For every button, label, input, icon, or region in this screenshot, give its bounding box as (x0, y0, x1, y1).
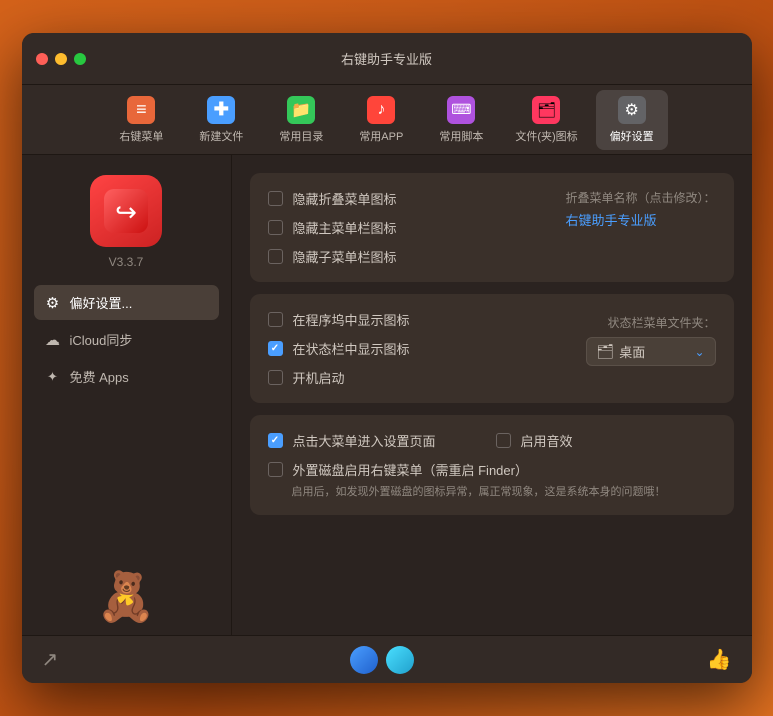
toolbar-item-file-icon[interactable]: 🗂 文件(夹)图标 (505, 90, 587, 150)
sidebar-nav: ⚙ 偏好设置... ☁ iCloud同步 ✦ 免费 Apps (34, 285, 219, 394)
traffic-lights (36, 53, 86, 65)
right-menu-icon: ≡ (127, 96, 155, 124)
fold-menu-name-section: 折叠菜单名称（点击修改）： 右键助手专业版 (565, 189, 715, 229)
sidebar: ↪ V3.3.7 ⚙ 偏好设置... ☁ iCloud同步 ✦ 免费 Apps (22, 155, 232, 635)
svg-text:↪: ↪ (115, 197, 137, 227)
toolbar-item-new-file[interactable]: ✚ 新建文件 (185, 90, 257, 150)
app-icon: ↪ (90, 175, 162, 247)
export-icon[interactable]: ↗ (42, 647, 59, 672)
show-in-dock-label: 在程序坞中显示图标 (293, 310, 410, 329)
enable-sound-checkbox[interactable] (496, 433, 511, 448)
auto-launch-label: 开机启动 (293, 368, 345, 387)
toolbar-label-right-menu: 右键菜单 (119, 128, 163, 144)
show-in-dock-checkbox[interactable] (268, 312, 283, 327)
folder-select-section: 状态栏菜单文件夹： 🗂 桌面 ⌄ (586, 314, 716, 366)
toolbar-item-common-app[interactable]: ♪ 常用APP (345, 90, 417, 150)
hide-sub-icon-checkbox[interactable] (268, 249, 283, 264)
enable-sound-row: 启用音效 (496, 431, 573, 450)
toolbar-item-common-dir[interactable]: 📁 常用目录 (265, 90, 337, 150)
hide-sub-icon-row: 隐藏子菜单栏图标 (268, 247, 558, 266)
main-window: 右键助手专业版 ≡ 右键菜单 ✚ 新建文件 📁 常用目录 ♪ 常用APP ⌨ 常… (22, 33, 752, 683)
toolbar-label-file-icon: 文件(夹)图标 (515, 128, 577, 144)
click-main-settings-label: 点击大菜单进入设置页面 (293, 431, 436, 450)
hide-sub-icon-label: 隐藏子菜单栏图标 (293, 247, 397, 266)
content-area: ↪ V3.3.7 ⚙ 偏好设置... ☁ iCloud同步 ✦ 免费 Apps (22, 155, 752, 635)
sidebar-item-label-preferences: 偏好设置... (70, 293, 133, 312)
toolbar-label-new-file: 新建文件 (199, 128, 243, 144)
external-disk-section: 外置磁盘启用右键菜单（需重启 Finder） 启用后，如发现外置磁盘的图标异常，… (268, 460, 716, 499)
extra-row-1: 点击大菜单进入设置页面 启用音效 (268, 431, 716, 450)
close-button[interactable] (36, 53, 48, 65)
common-script-icon: ⌨ (447, 96, 475, 124)
settings-panel-status: 在程序坞中显示图标 在状态栏中显示图标 开机启动 状态栏菜单文件夹： (250, 294, 734, 403)
sidebar-item-preferences[interactable]: ⚙ 偏好设置... (34, 285, 219, 320)
hide-fold-icon-row: 隐藏折叠菜单图标 (268, 189, 558, 208)
footer-avatar-2 (386, 646, 414, 674)
select-box-content: 🗂 桌面 (597, 342, 646, 361)
common-app-icon: ♪ (367, 96, 395, 124)
new-file-icon: ✚ (207, 96, 235, 124)
footer-center (350, 646, 414, 674)
show-in-status-row: 在状态栏中显示图标 (268, 339, 578, 358)
folder-select-box[interactable]: 🗂 桌面 ⌄ (586, 337, 716, 366)
external-disk-row: 外置磁盘启用右键菜单（需重启 Finder） (268, 460, 716, 479)
window-title: 右键助手专业版 (341, 49, 432, 68)
toolbar: ≡ 右键菜单 ✚ 新建文件 📁 常用目录 ♪ 常用APP ⌨ 常用脚本 🗂 文件… (22, 85, 752, 155)
toolbar-label-common-script: 常用脚本 (439, 128, 483, 144)
sidebar-item-label-free-apps: 免费 Apps (70, 367, 129, 386)
auto-launch-row: 开机启动 (268, 368, 578, 387)
main-panel: 隐藏折叠菜单图标 隐藏主菜单栏图标 隐藏子菜单栏图标 折叠菜单名称（点击修改）： (232, 155, 752, 635)
click-main-settings-checkbox[interactable] (268, 433, 283, 448)
titlebar: 右键助手专业版 (22, 33, 752, 85)
fold-menu-name-prompt: 折叠菜单名称（点击修改）： (565, 189, 715, 206)
toolbar-item-preferences[interactable]: ⚙ 偏好设置 (596, 90, 668, 150)
footer: ↗ 👍 (22, 635, 752, 683)
sidebar-footer: 🧸 (96, 558, 156, 625)
preferences-icon: ⚙ (618, 96, 646, 124)
hide-main-icon-row: 隐藏主菜单栏图标 (268, 218, 558, 237)
folder-select-value: 桌面 (619, 342, 645, 361)
sidebar-item-free-apps[interactable]: ✦ 免费 Apps (34, 359, 219, 394)
toolbar-item-common-script[interactable]: ⌨ 常用脚本 (425, 90, 497, 150)
external-disk-warning: 启用后，如发现外置磁盘的图标异常，属正常现象，这是系统本身的问题哦！ (268, 483, 716, 499)
auto-launch-checkbox[interactable] (268, 370, 283, 385)
show-in-status-checkbox[interactable] (268, 341, 283, 356)
show-in-dock-row: 在程序坞中显示图标 (268, 310, 578, 329)
show-in-status-label: 在状态栏中显示图标 (293, 339, 410, 358)
hide-fold-icon-label: 隐藏折叠菜单图标 (293, 189, 397, 208)
free-apps-nav-icon: ✦ (44, 369, 62, 385)
external-disk-label: 外置磁盘启用右键菜单（需重启 Finder） (293, 460, 528, 479)
common-dir-icon: 📁 (287, 96, 315, 124)
chevron-down-icon: ⌄ (694, 345, 704, 359)
folder-select-label: 状态栏菜单文件夹： (607, 314, 715, 331)
thumbsup-icon[interactable]: 👍 (707, 647, 732, 672)
preferences-nav-icon: ⚙ (44, 294, 62, 312)
sidebar-item-label-icloud: iCloud同步 (70, 330, 133, 349)
file-icon-icon: 🗂 (532, 96, 560, 124)
hide-fold-icon-checkbox[interactable] (268, 191, 283, 206)
hide-main-icon-checkbox[interactable] (268, 220, 283, 235)
app-version: V3.3.7 (109, 255, 144, 269)
external-disk-checkbox[interactable] (268, 462, 283, 477)
toolbar-item-right-menu[interactable]: ≡ 右键菜单 (105, 90, 177, 150)
toolbar-label-preferences: 偏好设置 (610, 128, 654, 144)
app-icon-svg: ↪ (104, 189, 148, 233)
settings-panel-fold: 隐藏折叠菜单图标 隐藏主菜单栏图标 隐藏子菜单栏图标 折叠菜单名称（点击修改）： (250, 173, 734, 282)
folder-icon-sm: 🗂 (597, 343, 615, 360)
click-main-settings-row: 点击大菜单进入设置页面 (268, 431, 436, 450)
minimize-button[interactable] (55, 53, 67, 65)
tap-here-mascot: 🧸 (96, 568, 156, 625)
fold-menu-name-value[interactable]: 右键助手专业版 (565, 210, 656, 229)
toolbar-label-common-dir: 常用目录 (279, 128, 323, 144)
icloud-nav-icon: ☁ (44, 331, 62, 349)
toolbar-label-common-app: 常用APP (359, 128, 403, 144)
settings-panel-extra: 点击大菜单进入设置页面 启用音效 外置磁盘启用右键菜单（需重启 Finder） … (250, 415, 734, 515)
maximize-button[interactable] (74, 53, 86, 65)
enable-sound-label: 启用音效 (521, 431, 573, 450)
footer-avatar-1 (350, 646, 378, 674)
hide-main-icon-label: 隐藏主菜单栏图标 (293, 218, 397, 237)
sidebar-item-icloud[interactable]: ☁ iCloud同步 (34, 322, 219, 357)
